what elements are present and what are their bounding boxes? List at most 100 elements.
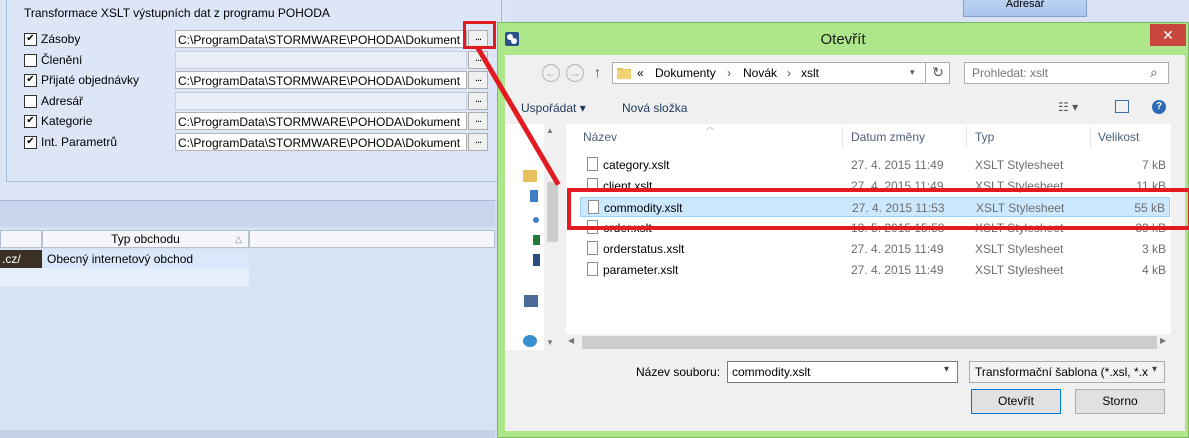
search-icon: ⌕	[1150, 64, 1158, 80]
forward-button[interactable]: →	[566, 64, 584, 82]
table-cell-typ[interactable]: Obecný internetový obchod	[43, 250, 249, 268]
help-icon[interactable]: ?	[1152, 100, 1166, 114]
path-field-kategorie[interactable]: C:\ProgramData\STORMWARE\POHODA\Dokument	[175, 112, 467, 130]
row-kategorie[interactable]: ✔ Kategorie	[24, 112, 92, 130]
table-cell-url[interactable]: .cz/	[0, 250, 42, 268]
breadcrumb-dokumenty[interactable]: Dokumenty	[655, 66, 716, 80]
path-field-zasoby[interactable]: C:\ProgramData\STORMWARE\POHODA\Dokument	[175, 30, 467, 48]
column-separator[interactable]	[842, 126, 843, 148]
path-field-adresar	[175, 92, 467, 110]
group-title: Transformace XSLT výstupních dat z progr…	[24, 6, 330, 20]
refresh-button[interactable]: ↻	[925, 62, 950, 84]
label-zasoby: Zásoby	[41, 32, 81, 46]
horizontal-scrollbar-thumb[interactable]	[582, 336, 1157, 349]
column-header-name[interactable]: Název	[583, 130, 617, 144]
table-row-empty[interactable]	[0, 268, 249, 286]
table-header-typ-obchodu[interactable]: Typ obchodu △	[42, 230, 249, 248]
close-button[interactable]: ✕	[1150, 24, 1186, 46]
column-header-size[interactable]: Velikost	[1098, 130, 1139, 144]
label-cleneni: Členění	[41, 53, 83, 67]
annotation-box-selected-file	[567, 188, 1189, 230]
back-arrow-icon: ←	[545, 66, 557, 80]
file-name: category.xslt	[603, 158, 670, 172]
scroll-right-icon[interactable]: ▶	[1160, 336, 1166, 345]
network-icon[interactable]	[523, 335, 537, 347]
file-icon	[587, 262, 598, 276]
nav-item-icon[interactable]	[530, 190, 538, 202]
label-kategorie: Kategorie	[41, 114, 93, 128]
breadcrumb-separator[interactable]: ›	[787, 66, 791, 80]
row-adresar[interactable]: Adresář	[24, 92, 83, 110]
scroll-left-icon[interactable]: ◀	[568, 336, 574, 345]
file-row[interactable]: category.xslt 27. 4. 2015 11:49 XSLT Sty…	[580, 155, 1170, 175]
file-date: 27. 4. 2015 11:49	[851, 242, 944, 256]
back-button[interactable]: ←	[542, 64, 560, 82]
breadcrumb-overflow[interactable]: «	[637, 66, 644, 80]
browse-button-kategorie[interactable]: ...	[468, 112, 488, 130]
column-header-date[interactable]: Datum změny	[851, 130, 925, 144]
browse-button-prijate-objednavky[interactable]: ...	[468, 71, 488, 89]
refresh-icon: ↻	[932, 64, 944, 80]
nav-scrollbar-thumb[interactable]	[547, 182, 558, 242]
view-icon[interactable]: ☷ ▾	[1058, 100, 1078, 114]
nav-item-icon[interactable]	[533, 217, 539, 223]
folder-icon	[617, 68, 631, 79]
checkbox-zasoby[interactable]: ✔	[24, 32, 37, 46]
row-cleneni[interactable]: Členění	[24, 51, 82, 69]
path-field-int-parametru[interactable]: C:\ProgramData\STORMWARE\POHODA\Dokument	[175, 133, 467, 151]
file-row[interactable]: parameter.xslt 27. 4. 2015 11:49 XSLT St…	[580, 260, 1170, 280]
breadcrumb-xslt[interactable]: xslt	[801, 66, 819, 80]
filter-dropdown-icon[interactable]: ▾	[1152, 364, 1157, 375]
scroll-up-icon[interactable]: ▲	[546, 126, 554, 135]
computer-icon[interactable]	[524, 295, 538, 307]
new-folder-button[interactable]: Nová složka	[622, 101, 687, 115]
sort-indicator-icon: ︿	[706, 122, 714, 131]
nav-folder-icon[interactable]	[523, 170, 537, 182]
organize-button[interactable]: Uspořádat ▾	[521, 101, 586, 115]
filename-input[interactable]: commodity.xslt	[727, 361, 958, 383]
checkbox-int-parametru[interactable]: ✔	[24, 135, 37, 149]
forward-arrow-icon: →	[569, 66, 581, 80]
breadcrumb-novak[interactable]: Novák	[743, 66, 777, 80]
filename-dropdown-icon[interactable]: ▾	[944, 364, 949, 375]
checkbox-prijate-objednavky[interactable]: ✔	[24, 73, 37, 87]
checkbox-cleneni[interactable]	[24, 53, 37, 67]
row-int-parametru[interactable]: ✔ Int. Parametrů	[24, 133, 117, 151]
bottom-strip	[0, 430, 495, 438]
address-dropdown-icon[interactable]: ▾	[910, 67, 915, 78]
checkbox-adresar[interactable]	[24, 94, 37, 108]
file-type: XSLT Stylesheet	[975, 158, 1064, 172]
checkbox-kategorie[interactable]: ✔	[24, 114, 37, 128]
breadcrumb-separator[interactable]: ›	[727, 66, 731, 80]
scroll-down-icon[interactable]: ▼	[546, 338, 554, 347]
file-type: XSLT Stylesheet	[975, 263, 1064, 277]
browse-button-int-parametru[interactable]: ...	[468, 133, 488, 151]
table-header-label: Typ obchodu	[111, 232, 180, 246]
column-separator[interactable]	[1090, 126, 1091, 148]
file-icon	[587, 157, 598, 171]
adresar-button[interactable]: Adresář	[963, 0, 1087, 17]
row-zasoby[interactable]: ✔ Zásoby	[24, 30, 80, 48]
table-header-left[interactable]	[0, 230, 42, 248]
nav-item-icon[interactable]	[533, 235, 540, 245]
path-field-prijate-objednavky[interactable]: C:\ProgramData\STORMWARE\POHODA\Dokument	[175, 71, 467, 89]
table-header-empty	[249, 230, 495, 248]
separator-band	[0, 200, 495, 227]
browse-button-adresar[interactable]: ...	[468, 92, 488, 110]
file-type-filter[interactable]: Transformační šablona (*.xsl, *.x	[969, 361, 1165, 383]
file-name: parameter.xslt	[603, 263, 679, 277]
cancel-button[interactable]: Storno	[1075, 389, 1165, 414]
search-input[interactable]: Prohledat: xslt	[964, 62, 1169, 84]
open-button[interactable]: Otevřít	[971, 389, 1061, 414]
file-date: 27. 4. 2015 11:49	[851, 158, 944, 172]
sort-arrow-icon: △	[235, 234, 242, 244]
row-prijate-objednavky[interactable]: ✔ Přijaté objednávky	[24, 71, 139, 89]
nav-item-icon[interactable]	[533, 254, 540, 266]
up-arrow-icon[interactable]: ↑	[594, 64, 601, 80]
column-separator[interactable]	[966, 126, 967, 148]
dialog-title: Otevřít	[820, 31, 866, 48]
column-header-type[interactable]: Typ	[975, 130, 994, 144]
file-size: 3 kB	[1141, 242, 1166, 256]
file-row[interactable]: orderstatus.xslt 27. 4. 2015 11:49 XSLT …	[580, 239, 1170, 259]
preview-pane-icon[interactable]	[1115, 100, 1129, 113]
